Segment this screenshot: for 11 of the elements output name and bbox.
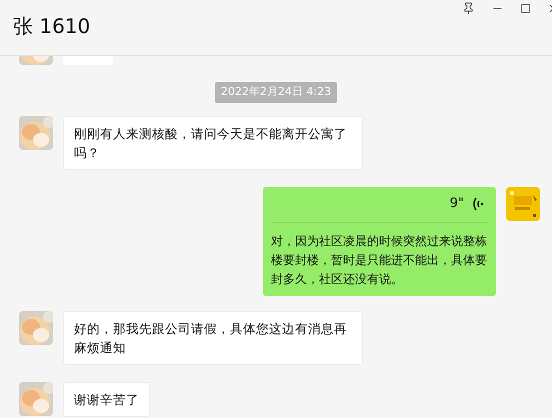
voice-message-bubble[interactable]: 9" 对，因为社区凌晨的时候突然过来说整栋楼要封楼，暂时是只能进不能出，具体要封多久，社区还没有说。 bbox=[263, 186, 496, 296]
timestamp: 2022年2月24日 4:23 bbox=[214, 82, 338, 102]
voice-transcript: 对，因为社区凌晨的时候突然过来说整栋楼要封楼，暂时是只能进不能出，具体要封多久，社区还没有说。 bbox=[271, 232, 488, 288]
voice-duration: 9" bbox=[450, 195, 464, 214]
maximize-icon[interactable] bbox=[520, 2, 531, 14]
message-bubble: 谢谢辛苦了 bbox=[63, 382, 150, 416]
message-bubble: 刚刚有人来测核酸，请问今天是不能离开公寓了吗？ bbox=[63, 116, 363, 170]
window-title: 张 1610 bbox=[13, 13, 90, 40]
pin-icon[interactable] bbox=[462, 2, 475, 14]
message-bubble: 好的，那我先跟公司请假，具体您这边有消息再麻烦通知 bbox=[63, 310, 363, 364]
voice-wave-icon bbox=[472, 197, 484, 211]
